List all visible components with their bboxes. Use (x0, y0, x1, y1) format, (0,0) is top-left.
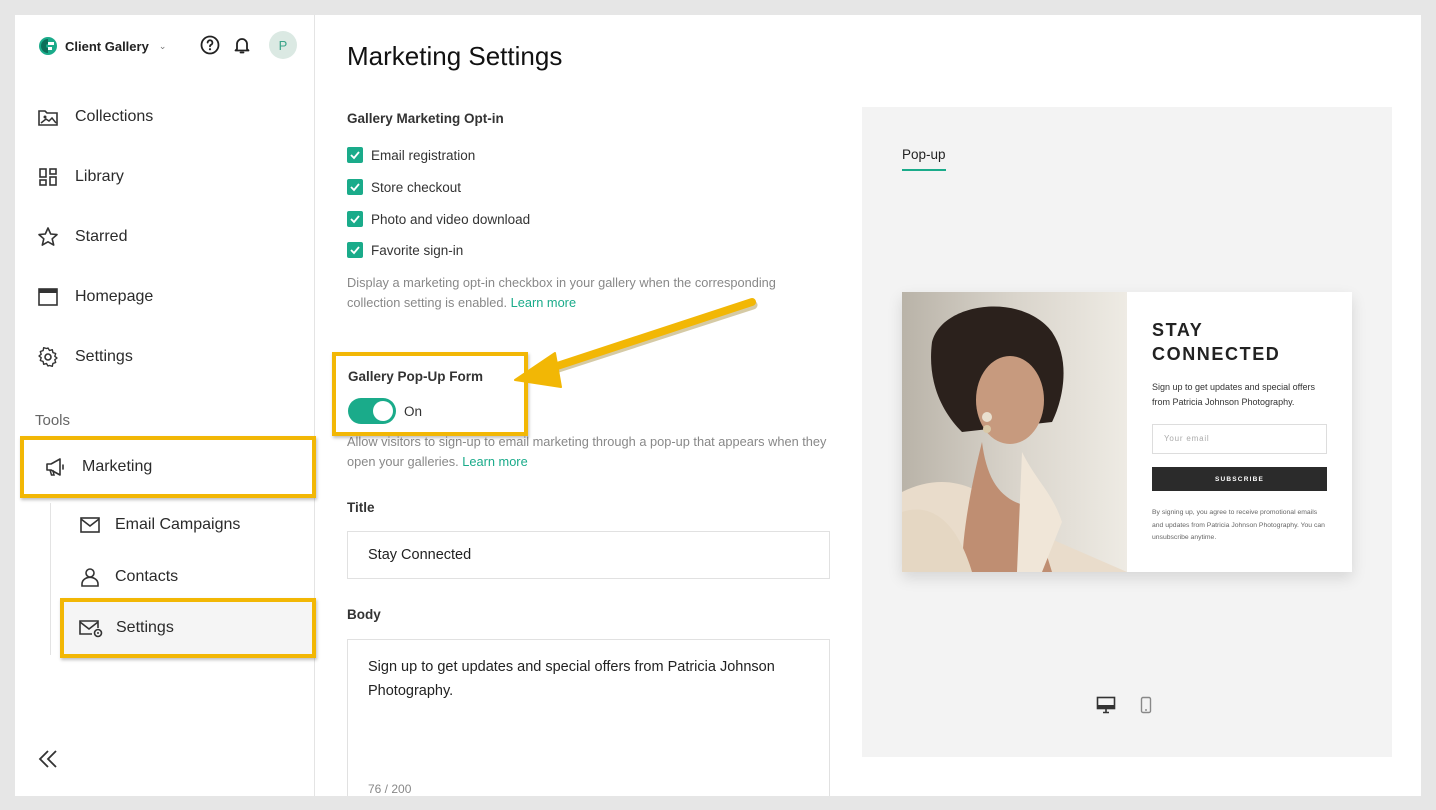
body-text: Sign up to get updates and special offer… (368, 659, 775, 699)
popup-content: STAY CONNECTED Sign up to get updates an… (1127, 292, 1352, 572)
preview-panel: Pop-up STAY CONNECTED Sign up to get upd… (862, 107, 1392, 757)
sidebar-item-email-campaigns[interactable]: Email Campaigns (79, 512, 240, 538)
sidebar-item-label: Library (75, 168, 124, 185)
body-textarea[interactable]: Sign up to get updates and special offer… (347, 639, 830, 796)
check-icon (350, 151, 360, 160)
checkbox-checked[interactable] (347, 211, 363, 227)
sidebar-item-library[interactable]: Library (37, 163, 124, 191)
optin-learn-more-link[interactable]: Learn more (511, 295, 576, 310)
sidebar-item-label: Email Campaigns (115, 516, 241, 533)
sidebar-item-starred[interactable]: Starred (37, 223, 127, 251)
page-title: Marketing Settings (347, 41, 563, 71)
desktop-icon[interactable] (1095, 694, 1117, 716)
toggle-knob (373, 401, 393, 421)
sidebar-item-label: Homepage (75, 288, 154, 305)
checkbox-label: Favorite sign-in (371, 242, 464, 258)
app-name: Client Gallery (65, 38, 149, 54)
mobile-icon[interactable] (1135, 694, 1157, 716)
sidebar-item-label: Settings (75, 348, 133, 365)
toggle-state-label: On (404, 404, 423, 419)
checkbox-store-checkout[interactable]: Store checkout (347, 179, 461, 195)
popup-preview-card: STAY CONNECTED Sign up to get updates an… (902, 292, 1352, 572)
device-switcher (1095, 694, 1157, 716)
checkbox-checked[interactable] (347, 242, 363, 258)
checkbox-favorite-sign-in[interactable]: Favorite sign-in (347, 242, 463, 258)
sidebar-item-label: Starred (75, 228, 128, 245)
avatar[interactable]: P (269, 31, 297, 59)
popup-subscribe-button[interactable]: SUBSCRIBE (1152, 467, 1327, 491)
checkbox-email-registration[interactable]: Email registration (347, 147, 475, 163)
popup-help-copy: Allow visitors to sign-up to email marke… (347, 434, 827, 469)
checkbox-label: Photo and video download (371, 211, 531, 227)
optin-section-label: Gallery Marketing Opt-in (347, 111, 504, 126)
checkbox-label: Store checkout (371, 179, 462, 195)
tools-section-label: Tools (35, 412, 71, 429)
popup-help-text: Allow visitors to sign-up to email marke… (347, 432, 837, 471)
character-counter: 76 / 200 (368, 782, 412, 796)
sidebar-item-homepage[interactable]: Homepage (37, 283, 153, 311)
popup-fine-print: By signing up, you agree to receive prom… (1152, 509, 1325, 541)
popup-photo (902, 292, 1127, 572)
check-icon (350, 183, 360, 192)
sidebar-item-collections[interactable]: Collections (37, 103, 153, 131)
checkbox-checked[interactable] (347, 147, 363, 163)
optin-help-text: Display a marketing opt-in checkbox in y… (347, 273, 797, 312)
sidebar-item-label: Marketing (82, 458, 153, 475)
help-icon[interactable] (199, 34, 221, 56)
check-icon (350, 215, 360, 224)
client-gallery-logo-icon (39, 37, 57, 55)
popup-form-toggle[interactable] (348, 398, 396, 424)
sidebar-item-contacts[interactable]: Contacts (79, 564, 178, 590)
check-icon (350, 246, 360, 255)
gear-icon (38, 347, 58, 367)
popup-body: Sign up to get updates and special offer… (1152, 382, 1315, 407)
sidebar-item-settings[interactable]: Settings (37, 343, 133, 371)
popup-title: STAY CONNECTED (1152, 320, 1281, 364)
image-folder-icon (38, 110, 58, 126)
app-window: Client Gallery ⌄ P Collections Library S… (15, 15, 1421, 796)
popup-email-input[interactable]: Your email (1152, 424, 1327, 454)
tab-popup[interactable]: Pop-up (902, 147, 946, 171)
body-field-label: Body (347, 607, 381, 622)
popup-learn-more-link[interactable]: Learn more (462, 454, 527, 469)
envelope-gear-icon (79, 620, 103, 638)
sidebar-item-marketing-settings[interactable]: Settings (60, 598, 316, 658)
sidebar-item-marketing[interactable]: Marketing (20, 436, 316, 498)
header-icons: P (199, 31, 297, 59)
title-field-label: Title (347, 500, 375, 515)
grid-icon (39, 168, 57, 186)
app-switcher[interactable]: Client Gallery ⌄ (39, 36, 166, 56)
popup-form-section-label: Gallery Pop-Up Form (348, 369, 484, 384)
envelope-icon (80, 517, 100, 533)
checkbox-photo-video-download[interactable]: Photo and video download (347, 211, 530, 227)
sidebar-item-label: Collections (75, 108, 154, 125)
submenu-guide-line (50, 503, 51, 655)
megaphone-icon (46, 458, 64, 476)
woman-portrait-image (902, 292, 1127, 572)
checkbox-checked[interactable] (347, 179, 363, 195)
sidebar-item-label: Settings (116, 619, 174, 636)
person-icon (81, 568, 99, 587)
sidebar-item-label: Contacts (115, 568, 179, 585)
browser-window-icon (38, 288, 58, 306)
star-icon (38, 227, 58, 246)
checkbox-label: Email registration (371, 147, 476, 163)
collapse-sidebar-icon[interactable] (37, 748, 59, 770)
chevron-down-icon: ⌄ (158, 40, 167, 51)
sidebar: Client Gallery ⌄ P Collections Library S… (15, 15, 316, 796)
title-input[interactable]: Stay Connected (347, 531, 830, 579)
bell-icon[interactable] (231, 34, 253, 56)
popup-form-highlight: Gallery Pop-Up Form On (332, 352, 528, 436)
